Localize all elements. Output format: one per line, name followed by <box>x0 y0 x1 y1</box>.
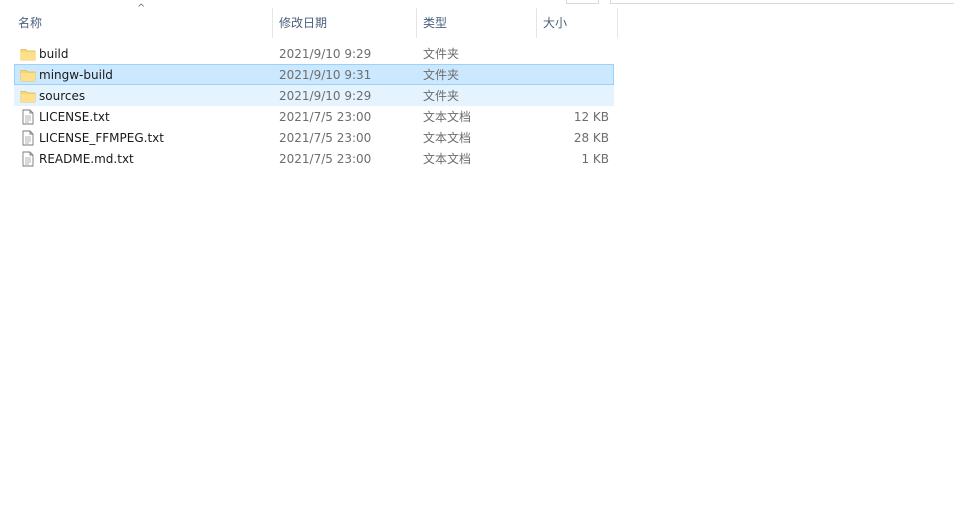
file-type: 文本文档 <box>423 152 472 166</box>
folder-icon <box>20 88 36 104</box>
column-header-type[interactable]: 类型 <box>416 8 537 38</box>
file-modified-date: 2021/7/5 23:00 <box>279 152 372 166</box>
text-file-icon <box>20 109 36 125</box>
file-explorer-view: ^ 名称 修改日期 类型 大小 build 2021/9/10 9:29 文件夹 mi… <box>0 0 963 506</box>
file-name: README.md.txt <box>39 152 134 166</box>
search-box-edge <box>610 0 954 4</box>
folder-icon <box>20 67 36 83</box>
file-type: 文件夹 <box>423 89 460 103</box>
file-modified-date: 2021/9/10 9:29 <box>279 89 372 103</box>
file-modified-date: 2021/9/10 9:31 <box>279 68 372 82</box>
column-header-type-label: 类型 <box>423 16 448 30</box>
column-header-bar: ^ 名称 修改日期 类型 大小 <box>0 0 618 38</box>
file-row[interactable]: README.md.txt 2021/7/5 23:00 文本文档 1 KB <box>14 148 614 169</box>
file-row[interactable]: build 2021/9/10 9:29 文件夹 <box>14 43 614 64</box>
file-name: LICENSE.txt <box>39 110 110 124</box>
file-row[interactable]: LICENSE.txt 2021/7/5 23:00 文本文档 12 KB <box>14 106 614 127</box>
column-header-name[interactable]: 名称 <box>12 8 272 38</box>
file-name: LICENSE_FFMPEG.txt <box>39 131 164 145</box>
file-row[interactable]: LICENSE_FFMPEG.txt 2021/7/5 23:00 文本文档 28 K… <box>14 127 614 148</box>
file-modified-date: 2021/7/5 23:00 <box>279 110 372 124</box>
file-row[interactable]: sources 2021/9/10 9:29 文件夹 <box>14 85 614 106</box>
file-name: sources <box>39 89 86 103</box>
file-type: 文本文档 <box>423 131 472 145</box>
column-header-date-label: 修改日期 <box>279 16 328 30</box>
file-size: 1 KB <box>581 152 609 166</box>
file-modified-date: 2021/7/5 23:00 <box>279 131 372 145</box>
file-modified-date: 2021/9/10 9:29 <box>279 47 372 61</box>
file-row[interactable]: mingw-build 2021/9/10 9:31 文件夹 <box>14 64 614 85</box>
file-list: build 2021/9/10 9:29 文件夹 mingw-build 2021/9/… <box>14 43 614 169</box>
text-file-icon <box>20 130 36 146</box>
text-file-icon <box>20 151 36 167</box>
column-header-size-label: 大小 <box>543 16 568 30</box>
file-type: 文件夹 <box>423 68 460 82</box>
file-name: mingw-build <box>39 68 113 82</box>
file-type: 文本文档 <box>423 110 472 124</box>
file-name: build <box>39 47 69 61</box>
folder-icon <box>20 46 36 62</box>
column-header-date[interactable]: 修改日期 <box>272 8 417 38</box>
file-size: 12 KB <box>573 110 609 124</box>
file-type: 文件夹 <box>423 47 460 61</box>
column-header-size[interactable]: 大小 <box>536 8 618 38</box>
column-header-name-label: 名称 <box>18 16 43 30</box>
file-size: 28 KB <box>573 131 609 145</box>
